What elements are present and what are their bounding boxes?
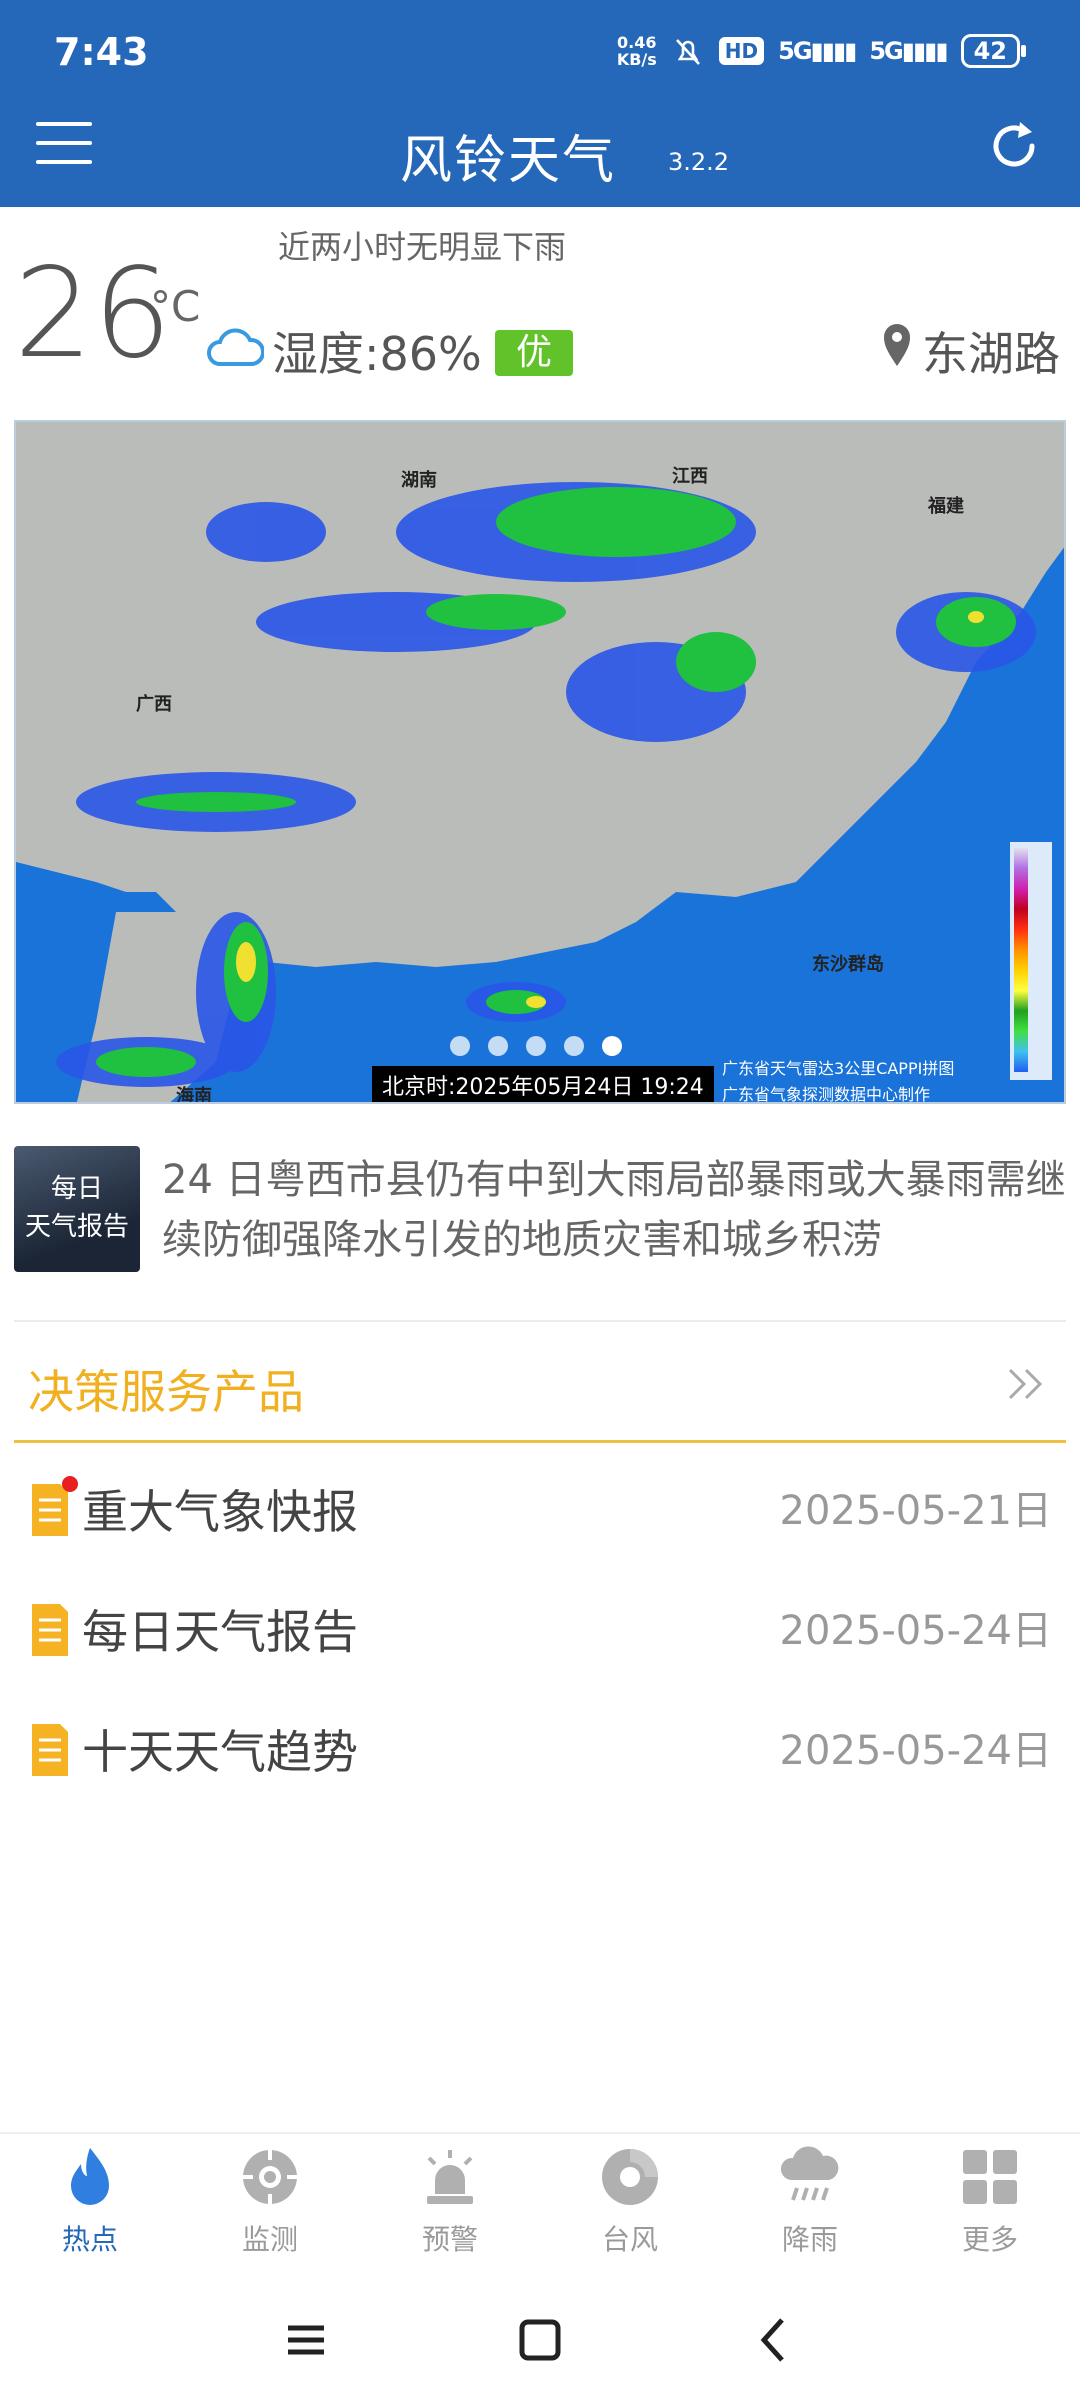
product-item-ten-day-trend[interactable]: 十天天气趋势 2025-05-24日	[14, 1700, 1066, 1820]
aqi-badge[interactable]: 优	[495, 330, 573, 376]
location-name[interactable]: 东湖路	[922, 318, 1060, 384]
status-icons: 0.46 KB/s HD 5G▮▮▮▮ 5G▮▮▮▮ 42	[616, 33, 1027, 69]
product-list: 重大气象快报 2025-05-21日 每日天气报告 2025-05-24日 十天…	[14, 1460, 1066, 1820]
section-title-decision: 决策服务产品	[28, 1365, 304, 1419]
bottom-nav: 热点 监测 预警 台风 降雨 更多	[0, 2132, 1080, 2280]
map-label-hunan: 湖南	[401, 470, 437, 491]
monitor-icon	[241, 2148, 299, 2206]
product-name: 十天天气趋势	[82, 1725, 358, 1779]
product-item-major-bulletin[interactable]: 重大气象快报 2025-05-21日	[14, 1460, 1066, 1580]
flame-icon	[71, 2148, 109, 2205]
radar-timestamp: 北京时:2025年05月24日 19:24	[372, 1066, 714, 1102]
mute-bell-icon	[675, 39, 700, 65]
divider	[14, 1320, 1066, 1322]
map-label-jiangxi: 江西	[672, 466, 708, 487]
app-version: 3.2.2	[668, 148, 730, 176]
hamburger-icon	[36, 122, 92, 126]
carousel-dot[interactable]	[526, 1036, 546, 1056]
status-time: 7:43	[54, 30, 149, 74]
grid-icon	[963, 2150, 1017, 2204]
carousel-dot-active[interactable]	[602, 1036, 622, 1056]
back-icon[interactable]	[744, 2310, 804, 2370]
temperature: 26	[14, 242, 172, 386]
typhoon-icon	[602, 2149, 658, 2205]
system-navigation-bar	[0, 2280, 1080, 2400]
nav-hot[interactable]: 热点	[0, 2134, 180, 2280]
headline-text: 24 日粤西市县仍有中到大雨局部暴雨或大暴雨需继续防御强降水引发的地质灾害和城乡…	[162, 1157, 1066, 1263]
nav-typhoon[interactable]: 台风	[540, 2134, 720, 2280]
menu-button[interactable]	[36, 122, 92, 168]
document-icon	[32, 1484, 68, 1536]
product-date: 2025-05-24日	[779, 1728, 1052, 1774]
app-header: 7:43 0.46 KB/s HD 5G▮▮▮▮ 5G▮▮▮▮ 42 风铃天气 …	[0, 0, 1080, 207]
radar-credit: 广东省天气雷达3公里CAPPI拼图 广东省气象探测数据中心制作	[722, 1059, 955, 1104]
radar-legend	[1010, 842, 1052, 1080]
nav-more[interactable]: 更多	[900, 2134, 1080, 2280]
signal-1: 5G▮▮▮▮	[778, 37, 857, 65]
headline-thumbnail: 每日 天气报告	[14, 1146, 140, 1272]
nav-rain[interactable]: 降雨	[720, 2134, 900, 2280]
recent-apps-icon[interactable]	[276, 2310, 336, 2370]
product-name: 每日天气报告	[82, 1605, 358, 1659]
unread-dot	[62, 1476, 78, 1492]
double-chevron-right-icon[interactable]	[1002, 1360, 1050, 1408]
product-date: 2025-05-24日	[779, 1608, 1052, 1654]
product-date: 2025-05-21日	[779, 1488, 1052, 1534]
weather-headline[interactable]: 每日 天气报告 24 日粤西市县仍有中到大雨局部暴雨或大暴雨需继续防御强降水引发…	[14, 1146, 1066, 1276]
temperature-unit: °C	[150, 282, 201, 331]
network-speed: 0.46 KB/s	[616, 33, 657, 69]
carousel-dot[interactable]	[564, 1036, 584, 1056]
signal-2: 5G▮▮▮▮	[869, 37, 948, 65]
radar-image	[16, 422, 1064, 1102]
rain-icon	[780, 2146, 839, 2201]
status-bar: 7:43 0.46 KB/s HD 5G▮▮▮▮ 5G▮▮▮▮ 42	[0, 0, 1080, 110]
battery-indicator: 42	[960, 34, 1027, 68]
map-label-guangxi: 广西	[136, 694, 172, 715]
nav-monitor[interactable]: 监测	[180, 2134, 360, 2280]
location-pin-icon	[884, 324, 910, 366]
nowcast-text: 近两小时无明显下雨	[278, 228, 567, 266]
carousel-dots[interactable]	[450, 1036, 622, 1056]
document-icon	[32, 1724, 68, 1776]
map-label-dongsha: 东沙群岛	[812, 954, 884, 975]
carousel-dot[interactable]	[450, 1036, 470, 1056]
map-label-fujian: 福建	[928, 496, 964, 517]
carousel-dot[interactable]	[488, 1036, 508, 1056]
document-icon	[32, 1604, 68, 1656]
map-label-hainan: 海南	[176, 1086, 212, 1104]
nav-warning[interactable]: 预警	[360, 2134, 540, 2280]
app-title: 风铃天气	[400, 131, 617, 191]
humidity: 湿度:86%	[272, 327, 482, 381]
product-name: 重大气象快报	[82, 1485, 358, 1539]
hd-badge: HD	[718, 37, 765, 65]
home-icon[interactable]	[510, 2310, 570, 2370]
radar-map[interactable]: 湖南 江西 福建 广西 海南 东沙群岛 北京时:2025年05月24日 19:2…	[14, 420, 1066, 1104]
alarm-icon	[427, 2150, 473, 2204]
refresh-icon[interactable]	[984, 116, 1044, 176]
cloud-icon	[207, 328, 264, 366]
section-divider	[14, 1440, 1066, 1443]
product-item-daily-report[interactable]: 每日天气报告 2025-05-24日	[14, 1580, 1066, 1700]
